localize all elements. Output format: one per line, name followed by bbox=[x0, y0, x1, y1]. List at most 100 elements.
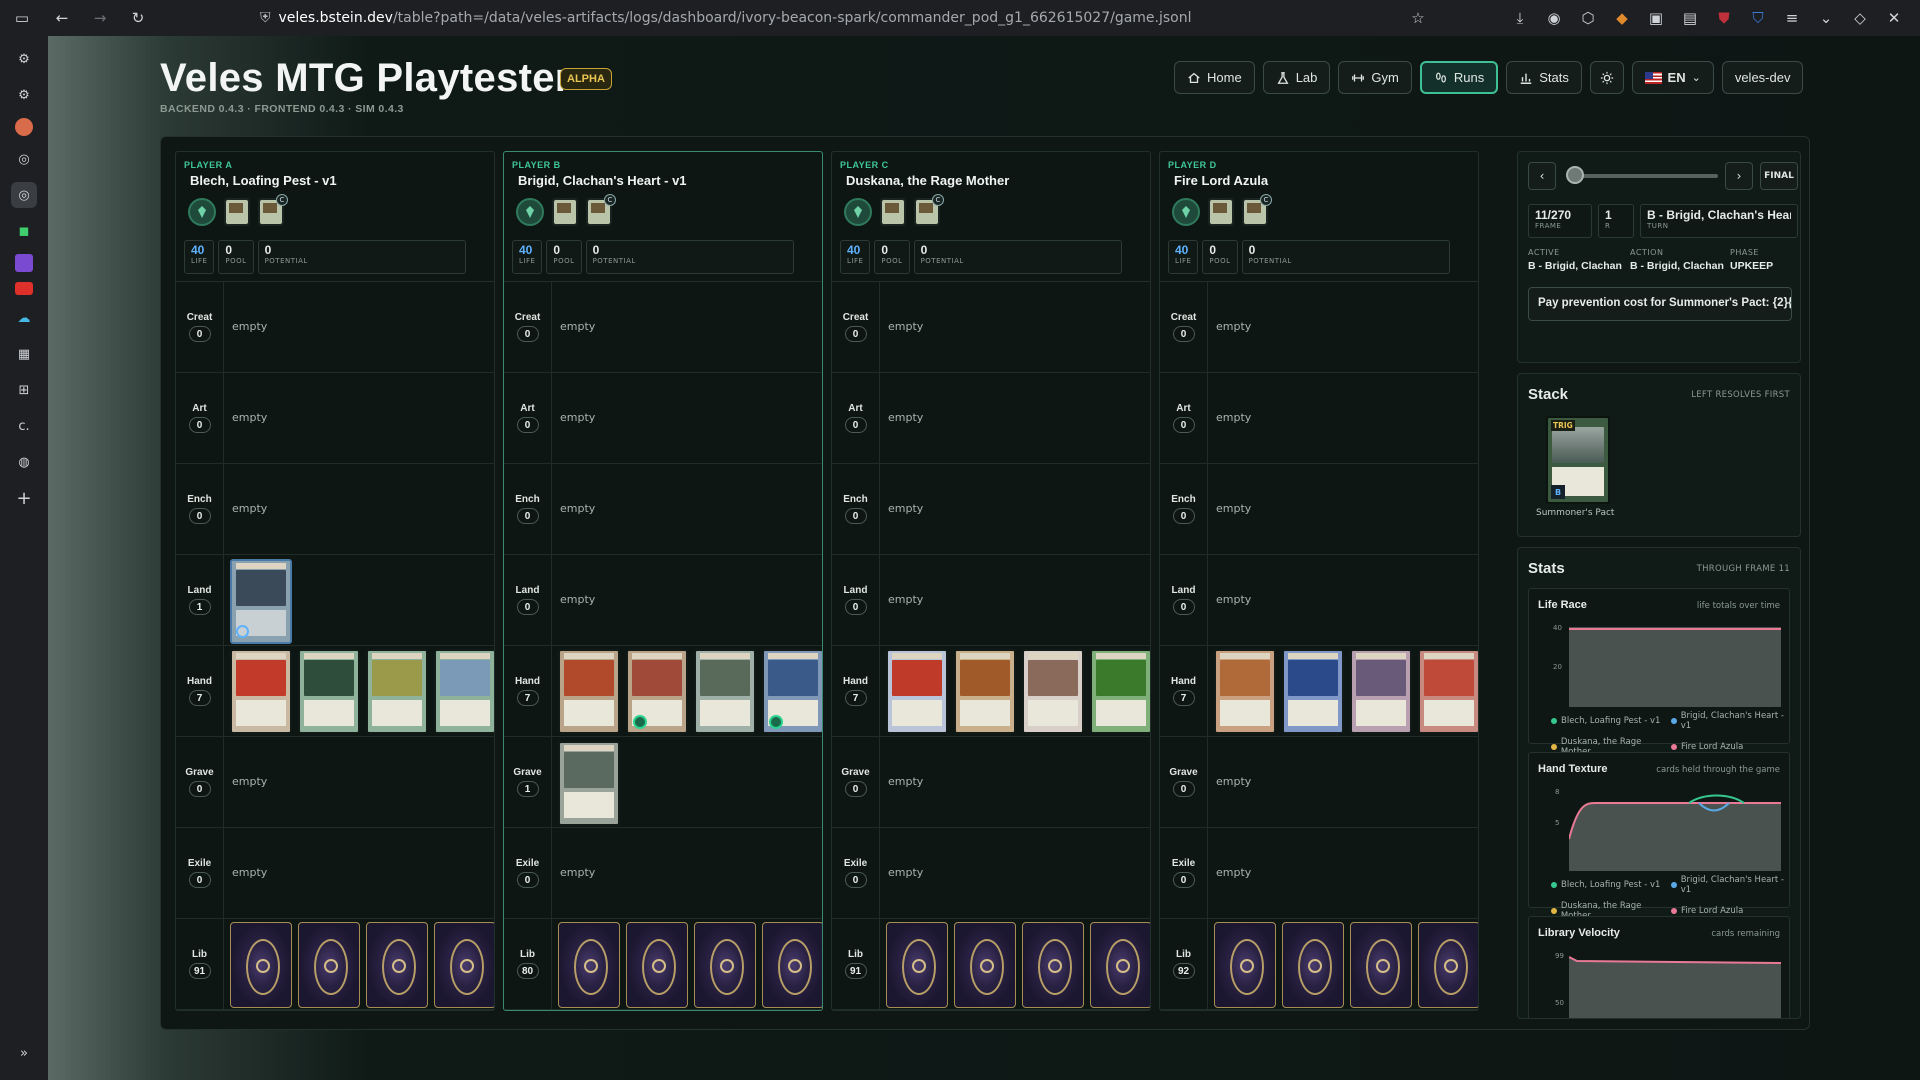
rail-app-icon[interactable] bbox=[15, 118, 33, 136]
land-card[interactable] bbox=[230, 559, 292, 644]
prompt-button[interactable]: Pay prevention cost for Summoner's Pact:… bbox=[1528, 287, 1792, 321]
bookmark-star-icon[interactable]: ☆ bbox=[1404, 4, 1432, 32]
sidebar-toggle-icon[interactable]: ▭ bbox=[8, 4, 36, 32]
nav-runs-button[interactable]: Runs bbox=[1419, 61, 1499, 94]
next-frame-button[interactable]: › bbox=[1725, 162, 1753, 190]
final-button[interactable]: FINAL bbox=[1760, 162, 1798, 190]
hand-card[interactable] bbox=[558, 649, 620, 734]
hand-card[interactable] bbox=[434, 649, 494, 734]
commander-zone-icon[interactable] bbox=[1172, 198, 1200, 226]
prev-frame-button[interactable]: ‹ bbox=[1528, 162, 1556, 190]
card-back[interactable] bbox=[558, 922, 620, 1008]
theme-toggle-button[interactable] bbox=[1589, 61, 1624, 94]
back-icon[interactable]: ← bbox=[48, 4, 76, 32]
bitwarden-icon[interactable]: ⛉ bbox=[1744, 4, 1772, 32]
card-back[interactable] bbox=[1282, 922, 1344, 1008]
language-select[interactable]: EN ⌄ bbox=[1631, 61, 1714, 94]
potential-stat: 0 POTENTIAL bbox=[257, 240, 466, 274]
card-back[interactable] bbox=[298, 922, 360, 1008]
hand-card[interactable] bbox=[1418, 649, 1478, 734]
commander-zone-icon[interactable] bbox=[516, 198, 544, 226]
slider-thumb[interactable] bbox=[1566, 166, 1584, 184]
card-back[interactable] bbox=[762, 922, 822, 1008]
hand-card[interactable] bbox=[694, 649, 756, 734]
extension-icon[interactable]: ◆ bbox=[1608, 4, 1636, 32]
chevron-down-icon[interactable]: ⌄ bbox=[1812, 4, 1840, 32]
forward-icon[interactable]: → bbox=[86, 4, 114, 32]
commander-card-c-icon[interactable]: C bbox=[258, 194, 288, 226]
nav-home-label: Home bbox=[1207, 70, 1242, 85]
card-back[interactable] bbox=[1350, 922, 1412, 1008]
containers-icon[interactable]: ▣ bbox=[1642, 4, 1670, 32]
card-back[interactable] bbox=[954, 922, 1016, 1008]
graveyard-card[interactable] bbox=[558, 741, 620, 826]
download-icon[interactable]: ⤓ bbox=[1506, 4, 1534, 32]
hand-card[interactable] bbox=[1022, 649, 1084, 734]
rail-add-icon[interactable]: + bbox=[11, 485, 37, 511]
pool-label: POOL bbox=[881, 257, 903, 265]
menu-icon[interactable]: ≡ bbox=[1778, 4, 1806, 32]
commander-card-c-icon[interactable]: C bbox=[586, 194, 616, 226]
hand-card[interactable] bbox=[298, 649, 360, 734]
nav-gym-button[interactable]: Gym bbox=[1338, 61, 1412, 94]
card-back[interactable] bbox=[230, 922, 292, 1008]
hand-card[interactable] bbox=[626, 649, 688, 734]
reader-icon[interactable]: ▤ bbox=[1676, 4, 1704, 32]
card-back[interactable] bbox=[1214, 922, 1276, 1008]
close-window-icon[interactable]: ✕ bbox=[1880, 4, 1908, 32]
address-bar[interactable]: ⛨ veles.bstein.dev/table?path=/data/vele… bbox=[260, 4, 1440, 31]
rail-youtube-icon[interactable] bbox=[15, 282, 33, 295]
hand-card[interactable] bbox=[886, 649, 948, 734]
zone-name: Exile bbox=[843, 858, 868, 869]
hand-card[interactable] bbox=[230, 649, 292, 734]
rail-app-purple-icon[interactable] bbox=[15, 254, 33, 272]
card-back[interactable] bbox=[694, 922, 756, 1008]
rail-c-icon[interactable]: c. bbox=[11, 413, 37, 439]
nav-lab-button[interactable]: Lab bbox=[1262, 61, 1331, 94]
diamond-icon[interactable]: ◇ bbox=[1846, 4, 1874, 32]
rail-settings-icon[interactable]: ⚙ bbox=[11, 46, 37, 72]
rail-gear-icon[interactable]: ⚙ bbox=[11, 82, 37, 108]
user-button[interactable]: veles-dev bbox=[1721, 61, 1804, 94]
rail-globe-active-icon[interactable]: ◎ bbox=[11, 182, 37, 208]
commander-zone-icon[interactable] bbox=[188, 198, 216, 226]
commander-zone-icon[interactable] bbox=[844, 198, 872, 226]
hand-card[interactable] bbox=[1214, 649, 1276, 734]
rail-layout-icon[interactable]: ⊞ bbox=[11, 377, 37, 403]
legend-item: Blech, Loafing Pest - v1 bbox=[1551, 711, 1671, 731]
card-back[interactable] bbox=[1090, 922, 1150, 1008]
card-back[interactable] bbox=[434, 922, 494, 1008]
rail-cloud-icon[interactable]: ☁ bbox=[11, 305, 37, 331]
ublock-icon[interactable]: ⛊ bbox=[1710, 4, 1738, 32]
rail-globe-icon[interactable]: ◎ bbox=[11, 146, 37, 172]
commander-card-c-icon[interactable]: C bbox=[914, 194, 944, 226]
rail-gamepad-icon[interactable]: ◼ bbox=[11, 218, 37, 244]
hand-card[interactable] bbox=[1090, 649, 1150, 734]
extensions-icon[interactable]: ⬡ bbox=[1574, 4, 1602, 32]
hand-card[interactable] bbox=[1282, 649, 1344, 734]
commander-card-icon[interactable] bbox=[1208, 198, 1234, 226]
commander-card-c-icon[interactable]: C bbox=[1242, 194, 1272, 226]
commander-card-icon[interactable] bbox=[224, 198, 250, 226]
account-icon[interactable]: ◉ bbox=[1540, 4, 1568, 32]
hand-card[interactable] bbox=[1350, 649, 1412, 734]
card-back[interactable] bbox=[366, 922, 428, 1008]
rail-expand-icon[interactable]: » bbox=[11, 1040, 37, 1066]
nav-home-button[interactable]: Home bbox=[1174, 61, 1255, 94]
nav-stats-button[interactable]: Stats bbox=[1506, 61, 1582, 94]
card-back[interactable] bbox=[1022, 922, 1084, 1008]
hand-card[interactable] bbox=[366, 649, 428, 734]
hand-card[interactable] bbox=[954, 649, 1016, 734]
stack-card[interactable]: TRIG B bbox=[1546, 416, 1610, 504]
rail-grid-icon[interactable]: ▦ bbox=[11, 341, 37, 367]
reload-icon[interactable]: ↻ bbox=[124, 4, 152, 32]
frame-slider[interactable] bbox=[1566, 166, 1718, 184]
card-back[interactable] bbox=[886, 922, 948, 1008]
card-back[interactable] bbox=[1418, 922, 1478, 1008]
playable-icon bbox=[769, 715, 783, 729]
commander-card-icon[interactable] bbox=[552, 198, 578, 226]
hand-card[interactable] bbox=[762, 649, 822, 734]
card-back[interactable] bbox=[626, 922, 688, 1008]
rail-world-icon[interactable]: ◍ bbox=[11, 449, 37, 475]
commander-card-icon[interactable] bbox=[880, 198, 906, 226]
